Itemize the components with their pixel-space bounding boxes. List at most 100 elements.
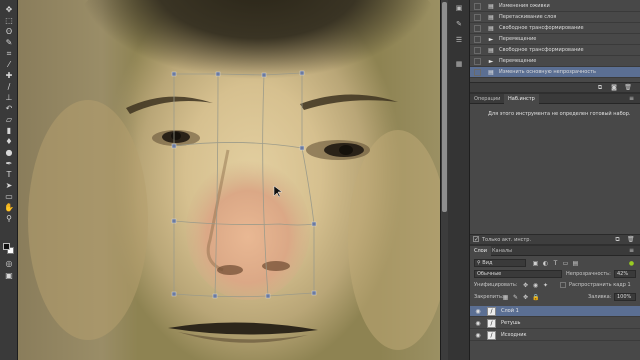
history-state[interactable]: ▤ Перетаскивание слоя bbox=[470, 12, 640, 23]
history-panel-icon[interactable]: ▣ bbox=[454, 4, 464, 13]
filter-type-icon[interactable]: T bbox=[552, 260, 559, 267]
layer-thumbnail: ∕ bbox=[487, 318, 496, 328]
crop-icon[interactable]: ⌗ bbox=[3, 48, 15, 59]
panel-menu-icon[interactable]: ≡ bbox=[628, 95, 635, 102]
unify-position-icon[interactable]: ✥ bbox=[522, 282, 529, 289]
blur-icon[interactable]: ♦ bbox=[3, 136, 15, 147]
brush-panel-icon[interactable]: ✎ bbox=[454, 20, 464, 29]
delete-preset-icon[interactable]: 🗑 bbox=[627, 236, 635, 243]
foreground-color-swatch[interactable] bbox=[3, 243, 10, 250]
propagate-label: Распространить кадр 1 bbox=[569, 282, 631, 288]
eye-icon[interactable]: ◉ bbox=[473, 320, 483, 327]
history-state[interactable]: ▤ Свободное трансформирование bbox=[470, 23, 640, 34]
history-brush-source-box[interactable] bbox=[474, 46, 481, 54]
document-canvas[interactable] bbox=[18, 0, 440, 360]
only-current-tool-label: Только акт. инстр. bbox=[482, 237, 532, 243]
quick-select-icon[interactable]: ✎ bbox=[3, 37, 15, 48]
clone-stamp-icon[interactable]: ⊥ bbox=[3, 92, 15, 103]
history-panel: ▤ Изменения оживки ▤ Перетаскивание слоя ▤ Св… bbox=[470, 0, 640, 92]
filter-toggle-icon[interactable]: ● bbox=[628, 260, 635, 267]
layer-thumbnail: ∕ bbox=[487, 306, 496, 316]
history-brush-source-box[interactable] bbox=[474, 24, 481, 32]
unify-style-icon[interactable]: ✦ bbox=[542, 282, 549, 289]
right-pupil bbox=[339, 145, 353, 155]
eyedropper-icon[interactable]: ⁄ bbox=[3, 59, 15, 70]
canvas-vertical-scrollbar[interactable] bbox=[440, 0, 448, 360]
pen-icon[interactable]: ✒ bbox=[3, 158, 15, 169]
unify-visibility-icon[interactable]: ◉ bbox=[532, 282, 539, 289]
history-brush-source-box[interactable] bbox=[474, 57, 481, 65]
new-document-from-state-icon[interactable]: ⧉ bbox=[596, 84, 604, 92]
tab-channels[interactable]: Каналы bbox=[488, 246, 516, 256]
lock-all-icon[interactable]: 🔒 bbox=[532, 294, 539, 301]
delete-state-icon[interactable]: 🗑 bbox=[624, 84, 632, 92]
opacity-field[interactable]: 42% bbox=[614, 270, 636, 278]
fill-field[interactable]: 100% bbox=[614, 293, 636, 301]
layers-menu-icon[interactable]: ≡ bbox=[628, 247, 635, 254]
brush-icon[interactable]: ∕ bbox=[3, 81, 15, 92]
scrollbar-thumb[interactable] bbox=[442, 2, 447, 212]
layer-row[interactable]: ◉ ∕ Ретушь bbox=[470, 318, 640, 329]
shadow-right-cheek bbox=[348, 130, 440, 350]
history-state-label: Изменения оживки bbox=[499, 3, 550, 9]
layer-row[interactable]: ◉ ∕ Слой 1 bbox=[470, 306, 640, 317]
tab-operations[interactable]: Операции bbox=[470, 94, 504, 104]
collapsed-panel-strip: ▣ ✎ ☰ ▦ bbox=[448, 0, 470, 360]
history-brush-source-box[interactable] bbox=[474, 13, 481, 21]
history-state[interactable]: ► Перемещение bbox=[470, 56, 640, 67]
history-brush-icon[interactable]: ↶ bbox=[3, 103, 15, 114]
type-icon[interactable]: T bbox=[3, 169, 15, 180]
quick-mask-icon[interactable]: ◎ bbox=[3, 258, 15, 269]
lock-pixels-icon[interactable]: ✎ bbox=[512, 294, 519, 301]
tab-tool-presets[interactable]: Наб.инстр bbox=[504, 94, 539, 104]
layer-filter-select[interactable]: ⚲ Вид bbox=[474, 259, 526, 267]
filter-smart-object-icon[interactable]: ▤ bbox=[572, 260, 579, 267]
history-state[interactable]: ▤ Изменить основную непрозрачность bbox=[470, 67, 640, 78]
history-state-label: Изменить основную непрозрачность bbox=[499, 69, 596, 75]
history-state[interactable]: ► Перемещение bbox=[470, 34, 640, 45]
fill-label: Заливка: bbox=[588, 294, 612, 300]
filter-shape-icon[interactable]: ▭ bbox=[562, 260, 569, 267]
filter-adjustment-icon[interactable]: ◐ bbox=[542, 260, 549, 267]
history-brush-source-box[interactable] bbox=[474, 35, 481, 43]
healing-brush-icon[interactable]: ✚ bbox=[3, 70, 15, 81]
eye-icon[interactable]: ◉ bbox=[473, 308, 483, 315]
lock-transparent-icon[interactable]: ▦ bbox=[502, 294, 509, 301]
history-brush-source-box[interactable] bbox=[474, 68, 481, 76]
lock-position-icon[interactable]: ✥ bbox=[522, 294, 529, 301]
zoom-icon[interactable]: ⚲ bbox=[3, 213, 15, 224]
lasso-icon[interactable]: ʘ bbox=[3, 26, 15, 37]
new-preset-icon[interactable]: ⧉ bbox=[614, 236, 621, 243]
move-icon[interactable]: ✥ bbox=[3, 4, 15, 15]
left-pupil bbox=[171, 132, 181, 140]
path-selection-icon[interactable]: ➤ bbox=[3, 180, 15, 191]
layer-row[interactable]: ◉ ∕ Исходник bbox=[470, 330, 640, 341]
rectangle-icon[interactable]: ▭ bbox=[3, 191, 15, 202]
ops-tabbar: Операции Наб.инстр ≡ bbox=[470, 94, 640, 104]
properties-panel-icon[interactable]: ☰ bbox=[454, 36, 464, 45]
history-state-icon: ▤ bbox=[488, 24, 494, 32]
history-brush-source-box[interactable] bbox=[474, 2, 481, 10]
propagate-checkbox[interactable] bbox=[560, 282, 566, 288]
adjustments-panel-icon[interactable]: ▦ bbox=[454, 60, 464, 69]
screen-mode-icon[interactable]: ▣ bbox=[3, 270, 15, 281]
photo-artwork bbox=[28, 70, 440, 350]
gradient-icon[interactable]: ▮ bbox=[3, 125, 15, 136]
history-state[interactable]: ▤ Изменения оживки bbox=[470, 1, 640, 12]
history-state-icon: ▤ bbox=[488, 46, 494, 54]
blend-mode-select[interactable]: Обычные bbox=[474, 270, 562, 278]
lock-fill-row: Закрепить: ▦ ✎ ✥ 🔒 Заливка: 100% bbox=[470, 292, 640, 303]
hand-icon[interactable]: ✋ bbox=[3, 202, 15, 213]
camera-icon[interactable]: ◙ bbox=[610, 84, 618, 92]
right-eyebrow bbox=[300, 94, 398, 110]
eraser-icon[interactable]: ▱ bbox=[3, 114, 15, 125]
history-state[interactable]: ▤ Свободное трансформирование bbox=[470, 45, 640, 56]
mesh-line-top bbox=[174, 72, 303, 76]
tools-panel: ✥ ⬚ ʘ ✎ ⌗ ⁄ ✚ ∕ ⊥ ↶ ▱ ▮ ♦ ● ✒ T ➤ ▭ ✋ ⚲ ◎ ▣ bbox=[0, 0, 18, 360]
dodge-icon[interactable]: ● bbox=[3, 147, 15, 158]
marquee-icon[interactable]: ⬚ bbox=[3, 15, 15, 26]
eye-icon[interactable]: ◉ bbox=[473, 332, 483, 339]
history-state-label: Перетаскивание слоя bbox=[499, 14, 557, 20]
only-current-tool-checkbox[interactable]: ✓ bbox=[473, 236, 479, 243]
filter-pixel-icon[interactable]: ▣ bbox=[532, 260, 539, 267]
